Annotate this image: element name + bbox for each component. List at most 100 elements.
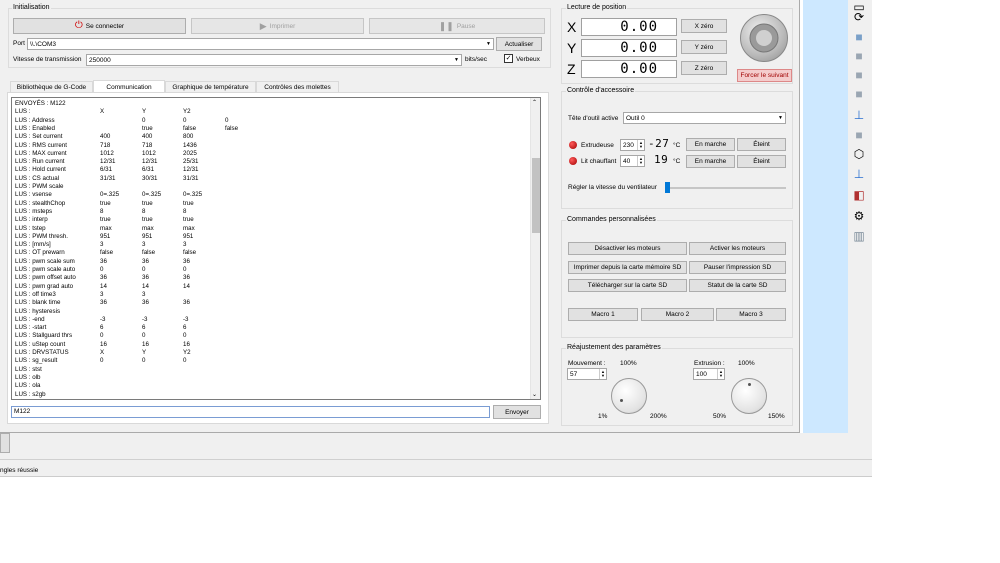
console-line-value: 3: [142, 290, 146, 298]
emergency-stop-button[interactable]: [740, 14, 788, 62]
sd-card-status-button[interactable]: Statut de la carte SD: [689, 279, 786, 292]
console-line-value: 3: [142, 241, 146, 249]
tab-wheel-controls[interactable]: Contrôles des molettes: [256, 81, 339, 92]
pause-button[interactable]: ❚❚ Pause: [369, 18, 545, 34]
console-line-label: LUS : Run current: [15, 158, 65, 166]
spin-arrows-icon[interactable]: ▲ ▼: [637, 140, 644, 150]
tab-temperature-graph[interactable]: Graphique de température: [165, 81, 256, 92]
console-line-value: 14: [100, 282, 107, 290]
console-line-value: 0: [100, 266, 104, 273]
console-line-value: 3: [100, 290, 104, 298]
command-input[interactable]: M122: [11, 406, 490, 418]
console-line-value: 718: [100, 141, 111, 149]
port-select[interactable]: \\.\COM3 ▼: [27, 38, 494, 50]
spin-arrows-icon[interactable]: ▲ ▼: [599, 369, 606, 379]
extruder-actual-temp: -27: [648, 137, 670, 150]
extruder-target-input[interactable]: 230 ▲ ▼: [620, 139, 645, 151]
console-line-label: LUS : sg_result: [15, 357, 58, 365]
console-line-value: max: [100, 224, 112, 232]
extruder-on-button[interactable]: En marche: [686, 138, 735, 151]
scroll-down-icon[interactable]: ⌄: [532, 391, 537, 398]
fan-speed-label: Régler la vitesse du ventilateur: [568, 184, 657, 191]
extrusion-dial[interactable]: [731, 378, 767, 414]
macro-2-button[interactable]: Macro 2: [641, 308, 714, 321]
tab-gcode-library[interactable]: Bibliothèque de G-Code: [10, 81, 93, 92]
console-line-label: LUS : hysteresis: [15, 307, 61, 315]
send-button[interactable]: Envoyer: [493, 405, 541, 419]
console-line-value: false: [183, 124, 197, 132]
bed-on-button[interactable]: En marche: [686, 155, 735, 168]
macro-3-button[interactable]: Macro 3: [716, 308, 786, 321]
power-icon: ⏻: [74, 20, 83, 31]
print-label: Imprimer: [269, 22, 296, 30]
pause-sd-print-button[interactable]: Pauser l'impression SD: [689, 261, 786, 274]
extrusion-max: 150%: [768, 413, 785, 420]
console-line-value: 30/31: [142, 174, 158, 182]
console-line-value: -3: [100, 315, 106, 323]
macro-1-button[interactable]: Macro 1: [568, 308, 638, 321]
console-line-value: 36: [142, 274, 149, 282]
console-line-value: true: [183, 216, 194, 224]
cube-side-icon[interactable]: ■: [851, 49, 867, 63]
x-position-display: 0.00: [581, 18, 677, 36]
console-line-value: 0: [183, 116, 187, 124]
console-line-value: 400: [100, 133, 111, 141]
spin-arrows-icon[interactable]: ▲ ▼: [717, 369, 724, 379]
x-zero-button[interactable]: X zéro: [681, 19, 727, 33]
console-line-value: 6: [142, 324, 146, 332]
console-line-value: 16: [142, 340, 149, 348]
console-line-label: LUS : CS actual: [15, 174, 60, 182]
baud-select[interactable]: 250000 ▼: [86, 54, 462, 66]
cube-top-icon[interactable]: ■: [851, 68, 867, 82]
gear-icon[interactable]: ⚙: [851, 209, 867, 223]
axes-icon[interactable]: ⊥: [851, 108, 867, 122]
wireframe-icon[interactable]: ⬡: [851, 147, 867, 161]
console-line-value: 951: [100, 232, 111, 240]
print-from-sd-button[interactable]: Imprimer depuis la carte mémoire SD: [568, 261, 687, 274]
console-log[interactable]: LUS : s2gb LUS : ola LUS : olb LUS : stst LU…: [11, 97, 541, 400]
chevron-down-icon: ▼: [454, 57, 459, 63]
background-panel-button[interactable]: [0, 433, 10, 453]
print-button[interactable]: ▶ Imprimer: [191, 18, 364, 34]
refresh-button[interactable]: Actualiser: [496, 37, 542, 51]
extrusion-input[interactable]: 100 ▲ ▼: [693, 368, 725, 380]
enable-motors-button[interactable]: Activer les moteurs: [689, 242, 786, 255]
active-tool-select[interactable]: Outil 0 ▼: [623, 112, 786, 124]
clip-icon[interactable]: ◧: [851, 188, 867, 202]
console-line-value: -3: [142, 315, 148, 323]
trash-icon[interactable]: ▥: [851, 229, 867, 243]
console-line-value: 3: [100, 241, 104, 249]
movement-dial[interactable]: [611, 378, 647, 414]
upload-to-sd-button[interactable]: Télécharger sur la carte SD: [568, 279, 687, 292]
console-line-label: LUS : DRVSTATUS: [15, 349, 69, 356]
verbose-checkbox[interactable]: ✓: [504, 54, 513, 63]
disable-motors-button[interactable]: Désactiver les moteurs: [568, 242, 687, 255]
force-next-button[interactable]: Forcer le suivant: [737, 69, 792, 82]
console-line-value: 36: [142, 257, 149, 265]
console-line-label: LUS : Set current: [15, 133, 63, 141]
z-axis-icon[interactable]: ⊥: [851, 167, 867, 181]
bed-target-input[interactable]: 40 ▲ ▼: [620, 155, 645, 167]
console-line-label: LUS : blank time: [15, 299, 61, 307]
console-line-label: LUS : Hold current: [15, 166, 66, 174]
y-zero-button[interactable]: Y zéro: [681, 40, 727, 54]
console-scrollbar[interactable]: ⌃ ⌄: [530, 98, 540, 399]
console-line-value: Y: [142, 349, 147, 356]
z-zero-button[interactable]: Z zéro: [681, 61, 727, 75]
spin-arrows-icon[interactable]: ▲ ▼: [637, 156, 644, 166]
bed-off-button[interactable]: Éteint: [737, 155, 786, 168]
extruder-off-button[interactable]: Éteint: [737, 138, 786, 151]
scroll-up-icon[interactable]: ⌃: [532, 99, 537, 106]
movement-input[interactable]: 57 ▲ ▼: [567, 368, 607, 380]
cube-front-icon[interactable]: ■: [851, 30, 867, 44]
fan-speed-slider[interactable]: [665, 182, 670, 193]
params-title: Réajustement des paramètres: [566, 344, 662, 351]
console-line-value: 1436: [183, 141, 197, 149]
console-line-value: 12/31: [142, 158, 158, 166]
connect-button[interactable]: ⏻ Se connecter: [13, 18, 186, 34]
cube-iso-icon[interactable]: ■: [851, 87, 867, 101]
rotate-icon[interactable]: ⟳: [851, 10, 867, 24]
console-line-value: 0=.325: [183, 191, 203, 199]
scroll-thumb[interactable]: [532, 158, 540, 233]
cube-solid-icon[interactable]: ■: [851, 128, 867, 142]
